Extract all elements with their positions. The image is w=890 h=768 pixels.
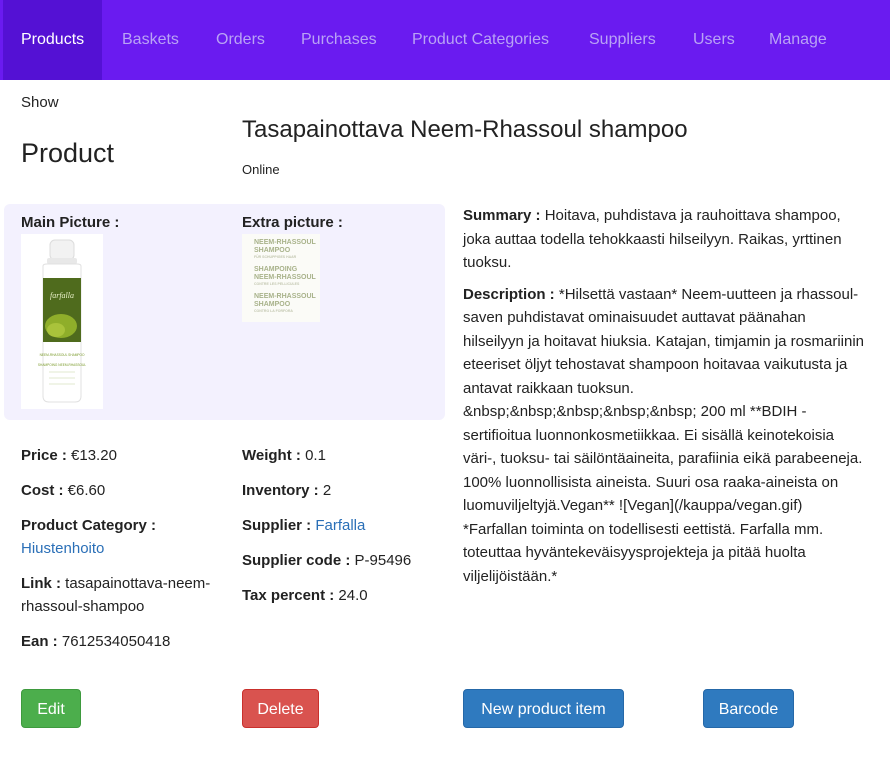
page-heading: Product: [21, 138, 115, 168]
nav-users[interactable]: Users: [693, 0, 735, 80]
link-field: Link : tasapainottava-neem-rhassoul-sham…: [21, 572, 216, 618]
shampoo-bottle-image: farfalla NEEM-RHASSOUL SHAMPOO SHAMPOING…: [21, 234, 103, 409]
tax-percent-label: Tax percent :: [242, 587, 335, 604]
supplier-code-value: P-95496: [354, 552, 412, 569]
category-field: Product Category : Hiustenhoito: [21, 514, 221, 560]
weight-value: 0.1: [305, 447, 326, 464]
top-navbar: Products Baskets Orders Purchases Produc…: [0, 0, 890, 80]
inventory-field: Inventory : 2: [242, 479, 331, 502]
tax-percent-field: Tax percent : 24.0: [242, 584, 368, 607]
nav-baskets[interactable]: Baskets: [122, 0, 179, 80]
supplier-label: Supplier :: [242, 517, 312, 534]
category-link[interactable]: Hiustenhoito: [21, 537, 221, 560]
nav-product-categories[interactable]: Product Categories: [412, 0, 549, 80]
ean-value: 7612534050418: [61, 633, 171, 650]
supplier-code-label: Supplier code :: [242, 552, 351, 569]
weight-field: Weight : 0.1: [242, 444, 326, 467]
main-picture-label: Main Picture :: [21, 214, 120, 231]
price-field: Price : €13.20: [21, 444, 117, 467]
svg-text:NEEM-RHASSOUL: NEEM-RHASSOUL: [254, 239, 317, 246]
svg-text:SHAMPOO: SHAMPOO: [254, 301, 291, 308]
supplier-field: Supplier : Farfalla: [242, 514, 365, 537]
cost-label: Cost :: [21, 482, 64, 499]
inventory-value: 2: [322, 482, 332, 499]
inventory-label: Inventory :: [242, 482, 319, 499]
nav-purchases[interactable]: Purchases: [301, 0, 377, 80]
svg-text:NEEM-RHASSOUL: NEEM-RHASSOUL: [254, 274, 317, 281]
tax-percent-value: 24.0: [338, 587, 368, 604]
description-label: Description :: [463, 285, 555, 303]
supplier-link[interactable]: Farfalla: [315, 517, 365, 534]
edit-button[interactable]: Edit: [21, 689, 81, 728]
svg-text:NEEM-RHASSOUL: NEEM-RHASSOUL: [254, 293, 317, 300]
price-value: €13.20: [71, 447, 117, 464]
nav-products[interactable]: Products: [3, 0, 103, 80]
summary-paragraph: Summary : Hoitava, puhdistava ja rauhoit…: [463, 204, 868, 275]
svg-text:CONTRE LES PELLICULES: CONTRE LES PELLICULES: [254, 282, 300, 286]
extra-picture-label: Extra picture :: [242, 214, 343, 231]
nav-manage[interactable]: Manage: [769, 0, 827, 80]
svg-text:farfalla: farfalla: [50, 291, 74, 300]
label-closeup-image: NEEM-RHASSOUL SHAMPOO FÜR SCHUPPIGES HAA…: [242, 234, 320, 322]
svg-text:SHAMPOO: SHAMPOO: [254, 247, 291, 254]
cost-field: Cost : €6.60: [21, 479, 105, 502]
svg-text:SHAMPOING: SHAMPOING: [254, 266, 298, 273]
breadcrumb: Show: [21, 94, 59, 111]
ean-field: Ean : 7612534050418: [21, 630, 170, 653]
new-product-item-button[interactable]: New product item: [463, 689, 624, 728]
supplier-code-field: Supplier code : P-95496: [242, 549, 411, 572]
summary-label: Summary :: [463, 207, 541, 224]
svg-text:FÜR SCHUPPIGES HAAR: FÜR SCHUPPIGES HAAR: [254, 255, 297, 259]
nav-suppliers[interactable]: Suppliers: [589, 0, 656, 80]
barcode-button[interactable]: Barcode: [703, 689, 794, 728]
ean-label: Ean :: [21, 633, 58, 650]
description-paragraph: Description : *Hilsettä vastaan* Neem-uu…: [463, 283, 868, 589]
extra-picture[interactable]: NEEM-RHASSOUL SHAMPOO FÜR SCHUPPIGES HAA…: [242, 234, 320, 322]
product-title: Tasapainottava Neem-Rhassoul shampoo: [242, 116, 688, 143]
main-picture[interactable]: farfalla NEEM-RHASSOUL SHAMPOO SHAMPOING…: [21, 234, 103, 409]
weight-label: Weight :: [242, 447, 301, 464]
cost-value: €6.60: [67, 482, 106, 499]
svg-text:NEEM-RHASSOUL SHAMPOO: NEEM-RHASSOUL SHAMPOO: [40, 353, 85, 357]
description-column: Summary : Hoitava, puhdistava ja rauhoit…: [463, 204, 868, 596]
nav-orders[interactable]: Orders: [216, 0, 265, 80]
product-status: Online: [242, 162, 280, 177]
description-text: *Hilsettä vastaan* Neem-uutteen ja rhass…: [463, 285, 865, 585]
svg-text:CONTRO LA FORFORA: CONTRO LA FORFORA: [254, 309, 293, 313]
link-label: Link :: [21, 575, 61, 592]
svg-text:SHAMPOING NEEM-RHASSOUL: SHAMPOING NEEM-RHASSOUL: [38, 363, 86, 367]
price-label: Price :: [21, 447, 67, 464]
delete-button[interactable]: Delete: [242, 689, 319, 728]
category-label: Product Category :: [21, 517, 157, 534]
